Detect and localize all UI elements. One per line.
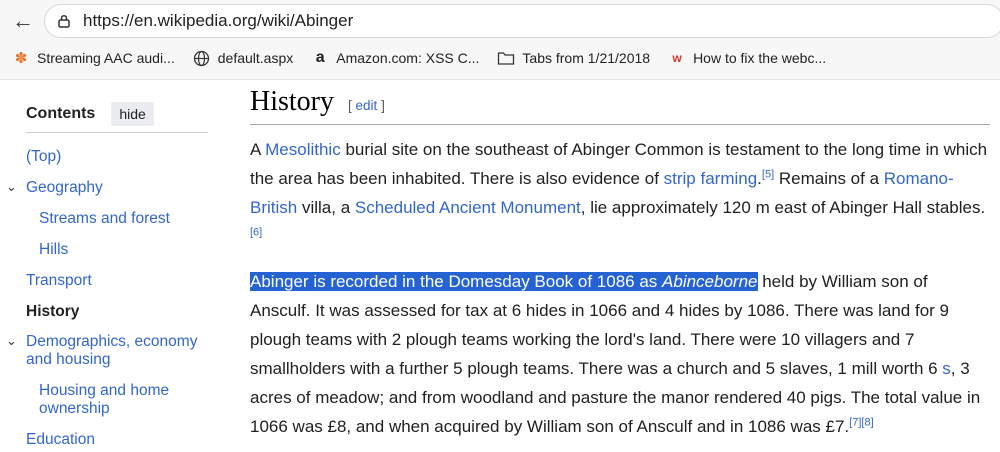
bookmark-label: How to fix the webc... — [693, 50, 827, 66]
bookmark-item[interactable]: Tabs from 1/21/2018 — [497, 49, 650, 67]
bookmark-label: default.aspx — [217, 50, 294, 66]
section-heading: History [ edit ] — [250, 86, 990, 118]
globe-icon — [193, 49, 211, 67]
toc-item-streams-and-forest[interactable]: Streams and forest — [39, 210, 170, 228]
link-strip-farming[interactable]: strip farming — [664, 169, 758, 188]
lock-icon — [58, 14, 70, 28]
url-text: https://en.wikipedia.org/wiki/Abinger — [83, 11, 354, 30]
toc-item-top[interactable]: (Top) — [26, 148, 61, 166]
amazon-icon: a — [315, 49, 325, 66]
citation-8[interactable]: [8] — [861, 416, 873, 428]
edit-section: [ edit ] — [348, 98, 385, 113]
folder-icon — [497, 49, 515, 67]
toc-divider — [26, 132, 208, 133]
chevron-down-icon[interactable]: ⌄ — [6, 179, 17, 195]
table-of-contents: Contents hide (Top) ⌄ Geography Streams … — [0, 80, 220, 452]
paragraph-1: A Mesolithic burial site on the southeas… — [250, 135, 990, 251]
link-mesolithic[interactable]: Mesolithic — [265, 140, 341, 159]
link-shilling[interactable]: s — [942, 359, 951, 378]
bookmark-item[interactable]: default.aspx — [193, 49, 294, 67]
bookmark-item[interactable]: ✽ Streaming AAC audi... — [12, 49, 175, 67]
text: villa, a — [297, 198, 355, 217]
article-content: History [ edit ] A Mesolithic burial sit… — [250, 80, 1000, 452]
paragraph-2: Abinger is recorded in the Domesday Book… — [250, 267, 990, 441]
back-arrow-icon[interactable]: ← — [10, 8, 36, 34]
toc-item-hills[interactable]: Hills — [39, 241, 68, 259]
text: A — [250, 140, 266, 159]
toc-item-history[interactable]: History — [26, 303, 79, 321]
edit-bracket-close: ] — [381, 98, 385, 113]
bookmark-label: Tabs from 1/21/2018 — [522, 50, 651, 66]
bookmark-label: Amazon.com: XSS C... — [336, 50, 480, 66]
bookmark-item[interactable]: a Amazon.com: XSS C... — [311, 49, 480, 67]
feed-icon: ✽ — [14, 50, 28, 67]
toc-hide-button[interactable]: hide — [111, 102, 154, 126]
text: Remains of a — [774, 169, 884, 188]
link-scheduled-ancient-monument[interactable]: Scheduled Ancient Monument — [355, 198, 581, 217]
selected-text-italic: Abinceborne — [662, 272, 758, 291]
heading-divider — [250, 124, 990, 125]
toc-item-housing[interactable]: Housing and home ownership — [39, 382, 189, 418]
browser-chrome: ← https://en.wikipedia.org/wiki/Abinger … — [0, 0, 1000, 80]
section-title: History — [250, 86, 334, 117]
citation-6[interactable]: [6] — [250, 226, 262, 238]
bookmark-label: Streaming AAC audi... — [37, 50, 175, 66]
text: , lie approximately 120 m east of Abinge… — [580, 198, 986, 217]
selected-text: Abinger is recorded in the Domesday Book… — [250, 272, 663, 291]
toc-item-demographics[interactable]: Demographics, economy and housing — [26, 333, 216, 369]
toc-item-education[interactable]: Education — [26, 431, 95, 449]
bookmark-item[interactable]: w How to fix the webc... — [668, 49, 826, 67]
toc-title: Contents — [26, 105, 96, 122]
edit-link[interactable]: edit — [356, 98, 378, 113]
w-icon: w — [672, 51, 682, 65]
toc-item-transport[interactable]: Transport — [26, 272, 92, 290]
citation-5[interactable]: [5] — [762, 168, 774, 180]
toc-header: Contents hide — [26, 102, 154, 126]
citation-7[interactable]: [7] — [849, 416, 861, 428]
edit-bracket-open: [ — [348, 98, 352, 113]
bookmarks-bar: ✽ Streaming AAC audi... default.aspx a A… — [0, 42, 1000, 74]
toc-item-geography[interactable]: Geography — [26, 179, 103, 197]
address-bar[interactable]: https://en.wikipedia.org/wiki/Abinger — [44, 4, 1000, 38]
chevron-down-icon[interactable]: ⌄ — [6, 333, 17, 349]
